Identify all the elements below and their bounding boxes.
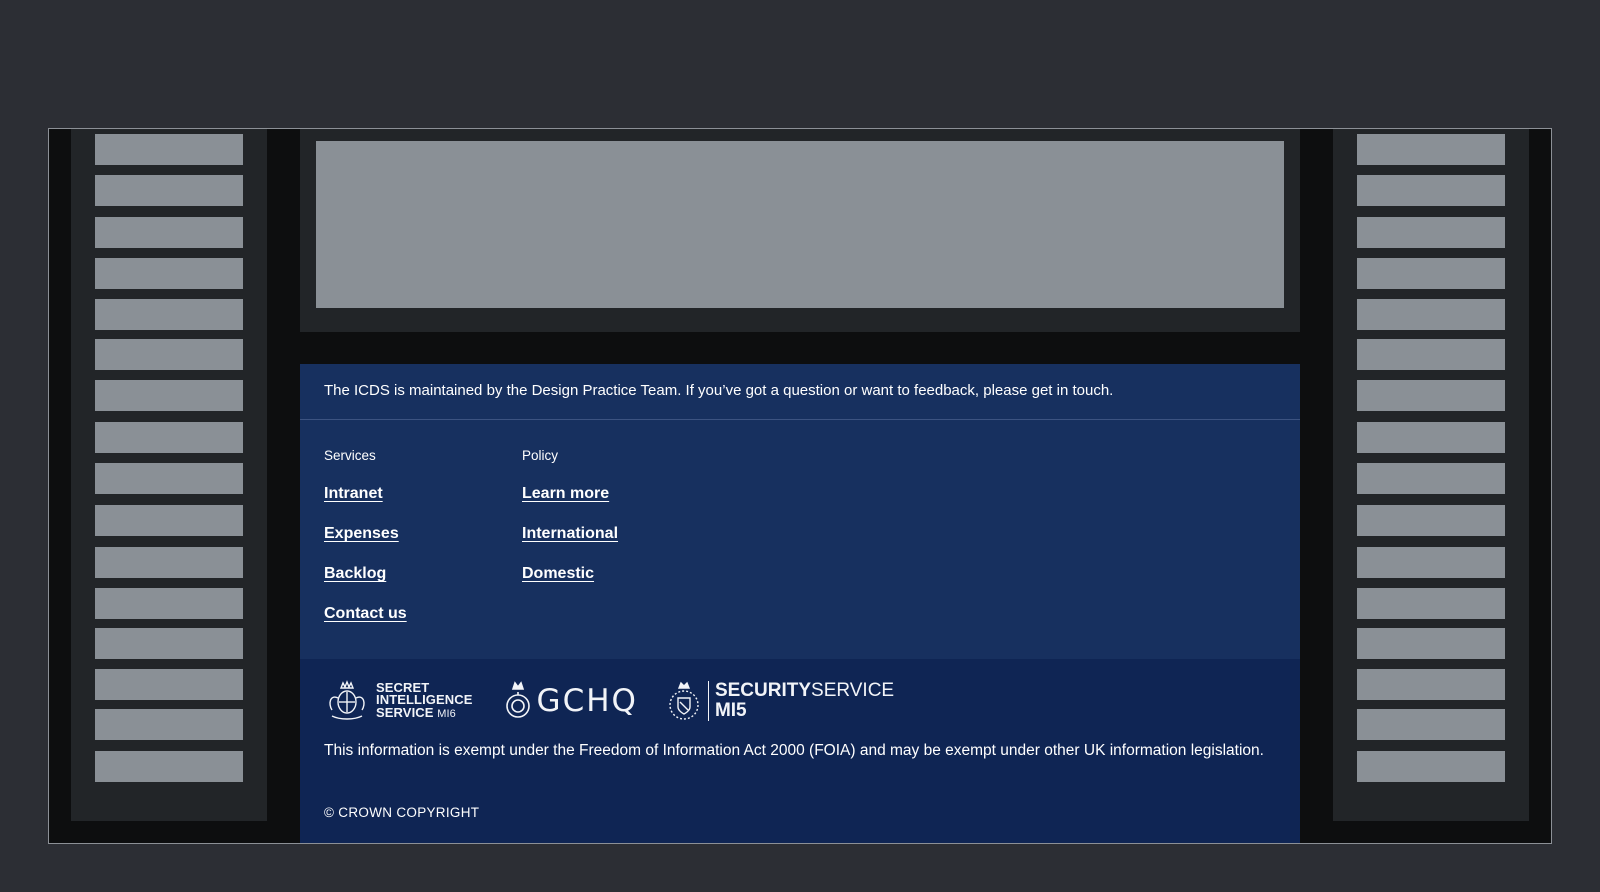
rail-placeholder-block	[95, 380, 243, 411]
rail-placeholder-block	[1357, 751, 1505, 782]
policy-heading: Policy	[522, 448, 559, 463]
link-contact-us[interactable]: Contact us	[324, 605, 522, 624]
rail-placeholder-block	[1357, 463, 1505, 494]
rail-placeholder-block	[1357, 547, 1505, 578]
rail-placeholder-block	[95, 669, 243, 700]
rail-placeholder-block	[95, 339, 243, 370]
rail-placeholder-block	[95, 547, 243, 578]
gchq-logo: GCHQ	[503, 680, 638, 722]
mi6-logo: SECRET INTELLIGENCE SERVICE MI6	[324, 680, 473, 722]
rail-placeholder-block	[1357, 299, 1505, 330]
rail-placeholder-block	[1357, 588, 1505, 619]
link-expenses[interactable]: Expenses	[324, 525, 522, 544]
services-heading: Services	[324, 448, 376, 463]
mi5-crest-icon	[666, 680, 702, 722]
link-domestic[interactable]: Domestic	[522, 565, 720, 584]
mi5-divider	[707, 681, 709, 721]
rail-placeholder-block	[95, 588, 243, 619]
crown-copyright: © CROWN COPYRIGHT	[324, 805, 480, 820]
link-learn-more[interactable]: Learn more	[522, 485, 720, 504]
rail-placeholder-block	[95, 751, 243, 782]
footer-nav: Services Intranet Expenses Backlog Conta…	[324, 448, 720, 645]
rail-placeholder-block	[95, 217, 243, 248]
gchq-wordmark: GCHQ	[536, 683, 638, 719]
rail-placeholder-block	[1357, 709, 1505, 740]
feedback-message: The ICDS is maintained by the Design Pra…	[300, 364, 1300, 420]
agency-logos: SECRET INTELLIGENCE SERVICE MI6 GCHQ SEC…	[324, 677, 894, 725]
rail-placeholder-block	[1357, 175, 1505, 206]
rail-placeholder-block	[1357, 628, 1505, 659]
hero-container	[300, 129, 1300, 332]
rail-placeholder-block	[95, 299, 243, 330]
gchq-crest-icon	[503, 680, 533, 722]
foia-notice: This information is exempt under the Fre…	[324, 742, 1264, 759]
rail-placeholder-block	[1357, 134, 1505, 165]
rail-placeholder-block	[95, 134, 243, 165]
link-intranet[interactable]: Intranet	[324, 485, 522, 504]
rail-placeholder-block	[1357, 339, 1505, 370]
royal-crest-icon	[324, 680, 370, 722]
rail-placeholder-block	[1357, 217, 1505, 248]
rail-placeholder-block	[1357, 422, 1505, 453]
rail-placeholder-block	[95, 628, 243, 659]
mi5-wordmark: SECURITYSERVICE MI5	[714, 680, 895, 721]
rail-placeholder-block	[1357, 669, 1505, 700]
rail-placeholder-block	[95, 258, 243, 289]
footer-legal: SECRET INTELLIGENCE SERVICE MI6 GCHQ SEC…	[300, 659, 1300, 843]
preview-frame: The ICDS is maintained by the Design Pra…	[48, 128, 1552, 844]
rail-placeholder-block	[95, 505, 243, 536]
link-international[interactable]: International	[522, 525, 720, 544]
rail-placeholder-block	[95, 175, 243, 206]
left-rail	[71, 129, 267, 821]
rail-placeholder-block	[95, 422, 243, 453]
mi6-wordmark: SECRET INTELLIGENCE SERVICE MI6	[376, 679, 473, 720]
rail-placeholder-block	[1357, 258, 1505, 289]
services-column: Services Intranet Expenses Backlog Conta…	[324, 448, 522, 645]
rail-placeholder-block	[1357, 505, 1505, 536]
right-rail	[1333, 129, 1529, 821]
rail-placeholder-block	[95, 709, 243, 740]
link-backlog[interactable]: Backlog	[324, 565, 522, 584]
policy-column: Policy Learn more International Domestic	[522, 448, 720, 645]
hero-placeholder	[316, 141, 1284, 308]
rail-placeholder-block	[1357, 380, 1505, 411]
mi5-logo: SECURITYSERVICE MI5	[666, 680, 894, 722]
rail-placeholder-block	[95, 463, 243, 494]
site-footer: The ICDS is maintained by the Design Pra…	[300, 364, 1300, 843]
